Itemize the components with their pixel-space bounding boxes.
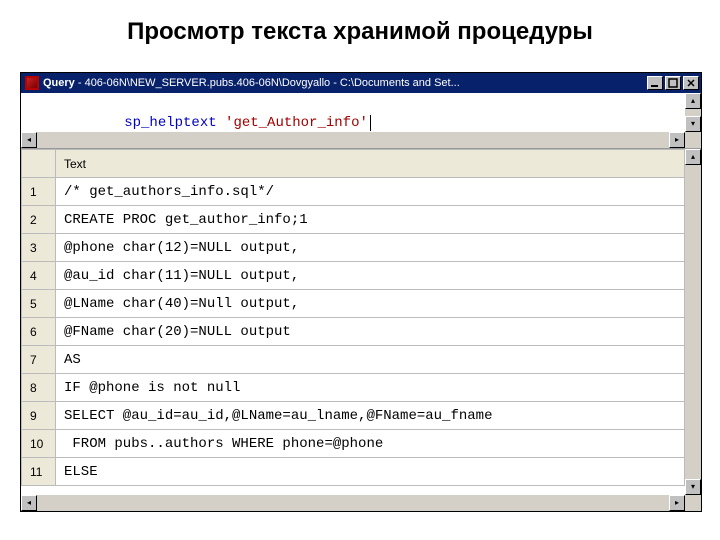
slide-title: Просмотр текста хранимой процедуры	[0, 0, 720, 52]
cell-text: FROM pubs..authors WHERE phone=@phone	[56, 430, 685, 458]
cell-text: IF @phone is not null	[56, 374, 685, 402]
scroll-track[interactable]	[37, 495, 669, 511]
row-number: 8	[22, 374, 56, 402]
scroll-down-icon[interactable]: ▾	[685, 116, 701, 132]
table-row[interactable]: 4@au_id char(11)=NULL output,	[22, 262, 685, 290]
row-number: 7	[22, 346, 56, 374]
rownum-header[interactable]	[22, 150, 56, 178]
table-row[interactable]: 11ELSE	[22, 458, 685, 486]
cell-text: @phone char(12)=NULL output,	[56, 234, 685, 262]
table-row[interactable]: 6@FName char(20)=NULL output	[22, 318, 685, 346]
table-row[interactable]: 8IF @phone is not null	[22, 374, 685, 402]
table-row[interactable]: 5@LName char(40)=Null output,	[22, 290, 685, 318]
scroll-right-icon[interactable]: ▸	[669, 132, 685, 148]
table-row[interactable]: 7AS	[22, 346, 685, 374]
query-analyzer-window: Query - 406-06N\NEW_SERVER.pubs.406-06N\…	[20, 72, 702, 512]
results-vscrollbar[interactable]: ▴ ▾	[685, 149, 701, 495]
text-caret	[370, 115, 371, 131]
scroll-left-icon[interactable]: ◂	[21, 495, 37, 511]
window-title: Query - 406-06N\NEW_SERVER.pubs.406-06N\…	[43, 77, 647, 89]
close-button[interactable]	[683, 76, 699, 90]
table-row[interactable]: 9SELECT @au_id=au_id,@LName=au_lname,@FN…	[22, 402, 685, 430]
query-editor-pane[interactable]: sp_helptext 'get_Author_info' ▴ ▾ ◂ ▸	[21, 93, 701, 149]
cell-text: AS	[56, 346, 685, 374]
cell-text: SELECT @au_id=au_id,@LName=au_lname,@FNa…	[56, 402, 685, 430]
cell-text: @LName char(40)=Null output,	[56, 290, 685, 318]
results-grid[interactable]: Text 1/* get_authors_info.sql*/ 2CREATE …	[21, 149, 685, 495]
results-hscrollbar[interactable]: ◂ ▸	[21, 495, 685, 511]
results-table: Text 1/* get_authors_info.sql*/ 2CREATE …	[21, 149, 685, 486]
scroll-left-icon[interactable]: ◂	[21, 132, 37, 148]
app-icon	[25, 76, 39, 90]
scroll-track[interactable]	[685, 165, 701, 479]
row-number: 2	[22, 206, 56, 234]
editor-hscrollbar[interactable]: ◂ ▸	[21, 132, 685, 148]
cell-text: CREATE PROC get_author_info;1	[56, 206, 685, 234]
table-row[interactable]: 3@phone char(12)=NULL output,	[22, 234, 685, 262]
window-controls	[647, 76, 699, 90]
cell-text: /* get_authors_info.sql*/	[56, 178, 685, 206]
minimize-button[interactable]	[647, 76, 663, 90]
titlebar: Query - 406-06N\NEW_SERVER.pubs.406-06N\…	[21, 73, 701, 93]
editor-vscrollbar[interactable]: ▴ ▾	[685, 93, 701, 132]
cell-text: @FName char(20)=NULL output	[56, 318, 685, 346]
table-row[interactable]: 2CREATE PROC get_author_info;1	[22, 206, 685, 234]
scroll-up-icon[interactable]: ▴	[685, 93, 701, 109]
maximize-button[interactable]	[665, 76, 681, 90]
table-row[interactable]: 10 FROM pubs..authors WHERE phone=@phone	[22, 430, 685, 458]
row-number: 9	[22, 402, 56, 430]
row-number: 3	[22, 234, 56, 262]
row-number: 5	[22, 290, 56, 318]
scroll-corner	[685, 132, 701, 148]
row-number: 4	[22, 262, 56, 290]
cell-text: @au_id char(11)=NULL output,	[56, 262, 685, 290]
table-row[interactable]: 1/* get_authors_info.sql*/	[22, 178, 685, 206]
scroll-track[interactable]	[37, 132, 669, 148]
cell-text: ELSE	[56, 458, 685, 486]
row-number: 10	[22, 430, 56, 458]
row-number: 11	[22, 458, 56, 486]
row-number: 6	[22, 318, 56, 346]
scroll-corner	[685, 495, 701, 511]
scroll-up-icon[interactable]: ▴	[685, 149, 701, 165]
results-pane: Text 1/* get_authors_info.sql*/ 2CREATE …	[21, 149, 701, 511]
row-number: 1	[22, 178, 56, 206]
column-header-text[interactable]: Text	[56, 150, 685, 178]
scroll-down-icon[interactable]: ▾	[685, 479, 701, 495]
scroll-right-icon[interactable]: ▸	[669, 495, 685, 511]
scroll-track[interactable]	[685, 109, 701, 116]
